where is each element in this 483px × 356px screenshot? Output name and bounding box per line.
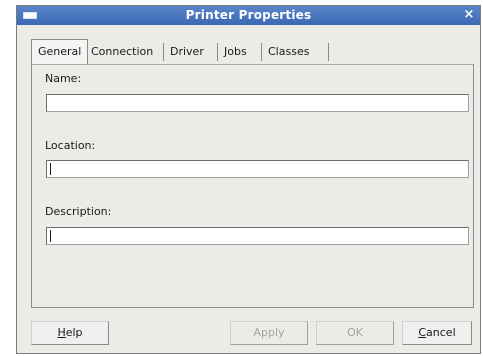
location-label: Location: — [45, 139, 96, 152]
ok-button[interactable]: OK — [316, 321, 394, 345]
cancel-mnemonic: C — [418, 326, 427, 339]
cancel-button[interactable]: Cancel — [402, 321, 472, 345]
dialog-button-bar: Help Apply OK Cancel — [17, 309, 480, 353]
tab-connection[interactable]: Connection — [91, 40, 153, 64]
dialog-title: Printer Properties — [185, 8, 312, 22]
tab-separator — [217, 43, 218, 61]
help-button[interactable]: Help — [31, 321, 109, 345]
name-label: Name: — [45, 72, 82, 85]
printer-properties-dialog: Printer Properties × General Connection … — [16, 5, 481, 354]
tab-driver[interactable]: Driver — [170, 40, 204, 64]
apply-button[interactable]: Apply — [230, 321, 308, 345]
tab-separator — [163, 43, 164, 61]
close-icon[interactable]: × — [462, 7, 476, 23]
help-mnemonic: H — [57, 326, 66, 339]
text-cursor — [50, 230, 51, 242]
text-cursor — [50, 163, 51, 175]
tab-jobs[interactable]: Jobs — [224, 40, 247, 64]
tab-classes[interactable]: Classes — [268, 40, 309, 64]
tab-general[interactable]: General — [31, 39, 89, 65]
help-label: elp — [65, 326, 83, 339]
name-field[interactable] — [46, 94, 469, 112]
location-field[interactable] — [46, 160, 469, 178]
title-bar[interactable]: Printer Properties × — [17, 6, 480, 25]
cancel-label: ancel — [426, 326, 456, 339]
description-label: Description: — [45, 205, 112, 218]
description-field[interactable] — [46, 227, 469, 245]
tab-separator — [261, 43, 262, 61]
tab-separator — [328, 43, 329, 61]
